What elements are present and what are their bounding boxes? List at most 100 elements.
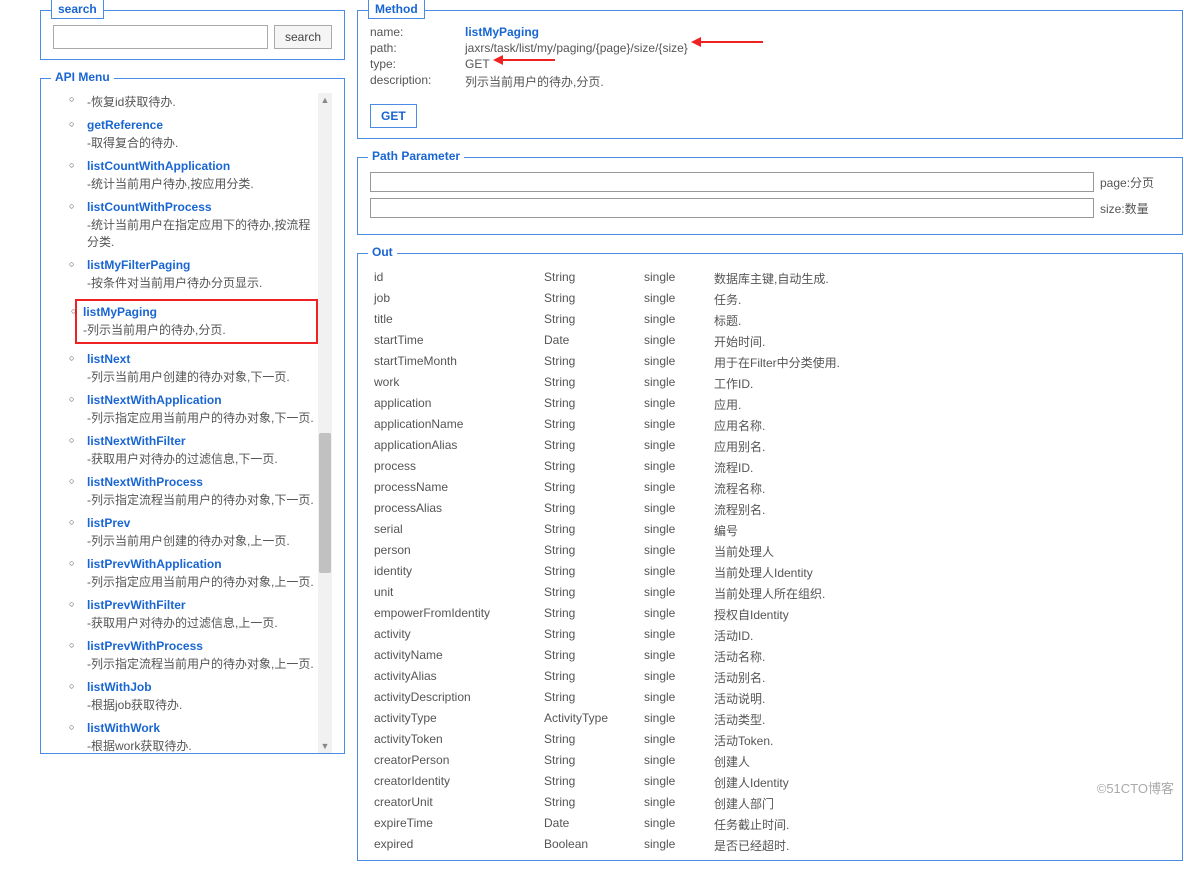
api-menu-item[interactable]: listNextWithApplication-列示指定应用当前用户的待办对象,… [87,393,316,426]
api-menu-link[interactable]: listCountWithApplication [87,159,316,173]
out-row: expiredBooleansingle是否已经超时. [370,835,1170,856]
api-menu-item[interactable]: listPrevWithApplication -列示指定应用当前用户的待办对象,… [87,557,316,590]
api-menu-item[interactable]: listMyFilterPaging-按条件对当前用户待办分页显示. [87,258,316,291]
api-menu-link[interactable]: listNext [87,352,316,366]
out-cell: activityName [370,647,540,666]
scroll-thumb[interactable] [319,433,331,573]
api-menu-link[interactable]: listPrevWithFilter [87,598,316,612]
out-row: activityTypeActivityTypesingle活动类型. [370,709,1170,730]
out-cell: activityAlias [370,668,540,687]
out-cell: single [640,353,710,372]
api-menu-desc: -统计当前用户待办,按应用分类. [87,175,316,192]
menu-scrollbar[interactable]: ▲ ▼ [318,93,332,753]
out-cell: 用于在Filter中分类使用. [710,353,1170,372]
out-cell: startTimeMonth [370,353,540,372]
search-button[interactable]: search [274,25,332,49]
out-cell: person [370,542,540,561]
api-menu-link[interactable]: listWithWork [87,721,316,735]
out-row: activityTokenStringsingle活动Token. [370,730,1170,751]
out-row: idStringsingle数据库主键,自动生成. [370,268,1170,289]
api-menu-desc: -根据job获取待办. [87,696,316,713]
out-cell: startTime [370,332,540,351]
out-cell: String [540,731,640,750]
out-cell: single [640,395,710,414]
out-cell: title [370,311,540,330]
out-row: personStringsingle当前处理人 [370,541,1170,562]
api-menu-link[interactable]: listNextWithApplication [87,393,316,407]
api-menu-item[interactable]: listWithWork -根据work获取待办. [87,721,316,753]
api-menu-desc: -获取用户对待办的过滤信息,下一页. [87,450,316,467]
out-cell: 标题. [710,311,1170,330]
api-menu-panel: API Menu -恢复id获取待办. getReference-取得复合的待办… [40,78,345,754]
out-cell: work [370,374,540,393]
out-cell: 活动别名. [710,668,1170,687]
out-cell: single [640,563,710,582]
api-menu-item[interactable]: listMyPaging-列示当前用户的待办,分页. [75,299,318,344]
out-cell: single [640,752,710,771]
out-cell: activity [370,626,540,645]
out-cell: single [640,647,710,666]
out-cell: single [640,479,710,498]
method-path-label: path: [370,41,465,55]
api-menu-desc: -取得复合的待办. [87,134,316,151]
api-menu-item[interactable]: listCountWithProcess-统计当前用户在指定应用下的待办,按流程… [87,200,316,250]
param-page-input[interactable] [370,172,1094,192]
api-menu-item[interactable]: listNext -列示当前用户创建的待办对象,下一页. [87,352,316,385]
api-menu-link[interactable]: listPrevWithProcess [87,639,316,653]
out-cell: single [640,458,710,477]
out-cell: String [540,542,640,561]
api-menu-desc: -列示当前用户创建的待办对象,下一页. [87,368,316,385]
watermark-text: ©51CTO博客 [1097,778,1174,797]
api-menu-item[interactable]: listPrevWithProcess-列示指定流程当前用户的待办对象,上一页. [87,639,316,672]
out-cell: single [640,668,710,687]
param-size-label: size:数量 [1100,200,1170,217]
api-menu-link[interactable]: listWithJob [87,680,316,694]
param-page-label: page:分页 [1100,174,1170,191]
out-panel: Out idStringsingle数据库主键,自动生成.jobStringsi… [357,253,1183,861]
api-menu-title: API Menu [51,70,114,84]
method-title: Method [368,0,425,19]
out-row: applicationAliasStringsingle应用别名. [370,436,1170,457]
api-menu-link[interactable]: listCountWithProcess [87,200,316,214]
api-menu-link[interactable]: listNextWithFilter [87,434,316,448]
method-desc-label: description: [370,73,465,90]
api-menu-link[interactable]: listMyFilterPaging [87,258,316,272]
param-size-input[interactable] [370,198,1094,218]
api-menu-desc: -根据work获取待办. [87,737,316,753]
api-menu-desc: -列示指定应用当前用户的待办对象,上一页. [87,573,316,590]
out-cell: 当前处理人 [710,542,1170,561]
out-cell: application [370,395,540,414]
out-cell: String [540,563,640,582]
out-cell: single [640,689,710,708]
api-menu-item[interactable]: getReference -取得复合的待办. [87,118,316,151]
execute-get-button[interactable]: GET [370,104,417,128]
out-cell: 应用别名. [710,437,1170,456]
api-menu-link[interactable]: listNextWithProcess [87,475,316,489]
out-cell: creatorIdentity [370,773,540,792]
out-title: Out [368,245,397,259]
out-cell: 活动名称. [710,647,1170,666]
scroll-up-icon[interactable]: ▲ [318,93,332,107]
search-input[interactable] [53,25,268,49]
api-menu-list: -恢复id获取待办. getReference -取得复合的待办. listCoun… [53,93,332,753]
out-cell: single [640,626,710,645]
api-menu-item[interactable]: listNextWithProcess-列示指定流程当前用户的待办对象,下一页. [87,475,316,508]
menu-cut-desc: -恢复id获取待办. [87,93,316,110]
out-cell: String [540,269,640,288]
out-cell: 流程名称. [710,479,1170,498]
out-cell: String [540,521,640,540]
api-menu-link[interactable]: listPrev [87,516,316,530]
out-cell: 当前处理人Identity [710,563,1170,582]
api-menu-link[interactable]: listPrevWithApplication [87,557,316,571]
api-menu-link[interactable]: listMyPaging [83,305,310,319]
api-menu-item[interactable]: listPrevWithFilter-获取用户对待办的过滤信息,上一页. [87,598,316,631]
api-menu-item[interactable]: listPrev-列示当前用户创建的待办对象,上一页. [87,516,316,549]
out-row: identityStringsingle当前处理人Identity [370,562,1170,583]
api-menu-item[interactable]: listCountWithApplication -统计当前用户待办,按应用分类. [87,159,316,192]
out-cell: activityToken [370,731,540,750]
scroll-down-icon[interactable]: ▼ [318,739,332,753]
out-cell: serial [370,521,540,540]
api-menu-link[interactable]: getReference [87,118,316,132]
api-menu-item[interactable]: listNextWithFilter -获取用户对待办的过滤信息,下一页. [87,434,316,467]
api-menu-item[interactable]: listWithJob -根据job获取待办. [87,680,316,713]
